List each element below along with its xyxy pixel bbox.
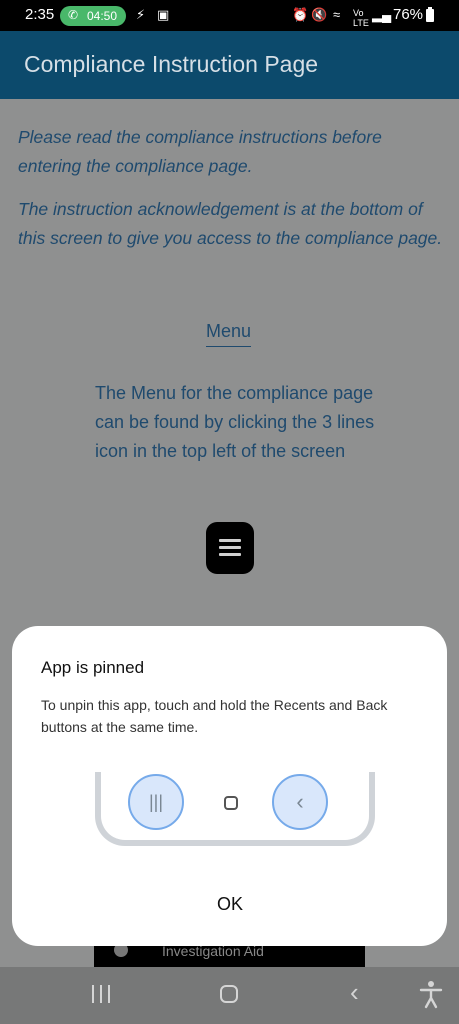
signal-icon: ▂▄	[372, 7, 392, 22]
messenger-icon: ⚡	[136, 7, 146, 22]
status-bar: 2:35 ✆ 04:50 ⚡ ▣ ⏰ 🔇 ≈ Vo LTE ▂▄ 76%	[0, 0, 459, 31]
call-timer: 04:50	[87, 9, 118, 23]
system-navigation-bar: ‹	[0, 967, 459, 1024]
menu-description: The Menu for the compliance page can be …	[95, 383, 375, 461]
hamburger-line	[219, 553, 241, 556]
recents-button-illustration-icon: |||	[128, 774, 184, 830]
hamburger-line	[219, 546, 241, 549]
alarm-icon: ⏰	[292, 7, 309, 22]
battery-icon	[426, 7, 434, 22]
status-time: 2:35	[25, 6, 55, 23]
volte-icon: Vo LTE	[353, 8, 369, 28]
battery-level: 76%	[393, 6, 424, 23]
ok-button[interactable]: OK	[180, 888, 280, 920]
hamburger-menu-button[interactable]	[206, 522, 254, 574]
intro-text-1: Please read the compliance instructions …	[18, 127, 382, 176]
recents-icon[interactable]	[90, 985, 112, 1005]
ongoing-call-chip[interactable]: ✆ 04:50	[60, 6, 126, 26]
accessibility-icon[interactable]	[418, 979, 444, 1009]
dialog-title: App is pinned	[41, 658, 145, 677]
home-button-illustration-icon	[224, 796, 238, 810]
back-button-illustration-icon: ‹	[272, 774, 328, 830]
page-title: Compliance Instruction Page	[24, 51, 319, 77]
wifi-icon: ≈	[333, 7, 341, 22]
phone-icon: ✆	[68, 8, 79, 22]
app-bar: Compliance Instruction Page	[0, 31, 459, 99]
gallery-icon: ▣	[157, 7, 170, 22]
home-icon[interactable]	[220, 985, 238, 1003]
back-icon[interactable]: ‹	[350, 979, 359, 1005]
menu-heading: Menu	[206, 321, 252, 347]
dialog-message: To unpin this app, touch and hold the Re…	[41, 697, 388, 735]
intro-text-2: The instruction acknowledgement is at th…	[18, 199, 443, 248]
app-pinned-dialog: App is pinned To unpin this app, touch a…	[12, 626, 447, 946]
mute-icon: 🔇	[311, 7, 328, 22]
hamburger-line	[219, 539, 241, 542]
